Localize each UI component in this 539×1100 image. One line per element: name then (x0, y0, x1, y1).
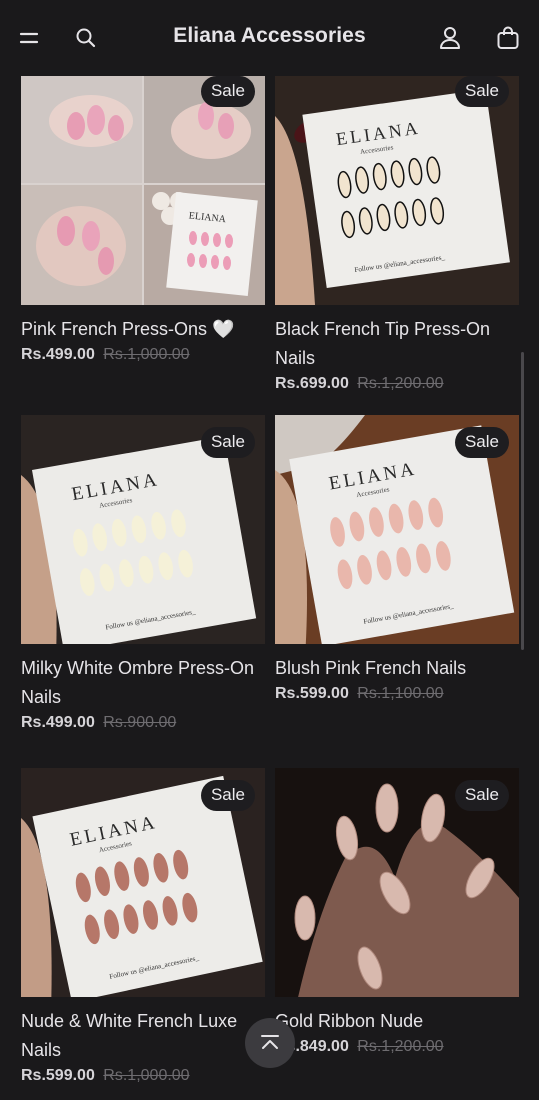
compare-price: Rs.1,100.00 (357, 685, 444, 702)
product-prices: Rs.599.00 Rs.1,000.00 (21, 1067, 265, 1085)
product-title[interactable]: Black French Tip Press-On Nails (275, 315, 519, 373)
sale-price: Rs.599.00 (275, 685, 349, 702)
sale-price: Rs.499.00 (21, 714, 95, 731)
product-card[interactable]: ELIANA Accessories Follow us @eliana_acc… (21, 768, 265, 1085)
product-prices: Rs.849.00 Rs.1,200.00 (275, 1038, 519, 1056)
product-image[interactable]: ELIANA Accessories Follow us @eliana_acc… (21, 415, 265, 644)
product-title[interactable]: Milky White Ombre Press-On Nails (21, 654, 265, 712)
compare-price: Rs.1,000.00 (103, 1067, 190, 1084)
product-title[interactable]: Nude & White French Luxe Nails (21, 1007, 265, 1065)
product-image[interactable]: Sale (275, 768, 519, 997)
product-title[interactable]: Pink French Press-Ons 🤍 (21, 315, 265, 344)
scroll-to-top-button[interactable] (245, 1018, 295, 1068)
account-icon[interactable] (434, 22, 466, 54)
chevron-up-icon (261, 1035, 279, 1049)
sale-price: Rs.599.00 (21, 1067, 95, 1084)
scrollbar[interactable] (521, 352, 524, 650)
compare-price: Rs.1,000.00 (103, 346, 190, 363)
sale-badge: Sale (454, 780, 509, 811)
product-prices: Rs.499.00 Rs.900.00 (21, 714, 265, 732)
product-card[interactable]: Sale Gold Ribbon Nude Rs.849.00 Rs.1,200… (275, 768, 519, 1056)
product-photo-collage: ELIANA (21, 76, 265, 305)
product-title[interactable]: Gold Ribbon Nude (275, 1007, 519, 1036)
sale-price: Rs.699.00 (275, 375, 349, 392)
sale-badge: Sale (200, 76, 255, 107)
sale-badge: Sale (454, 76, 509, 107)
product-title[interactable]: Blush Pink French Nails (275, 654, 519, 683)
sale-badge: Sale (454, 427, 509, 458)
product-prices: Rs.499.00 Rs.1,000.00 (21, 346, 265, 364)
product-card[interactable]: ELIANA Accessories Follow us @eliana_acc… (275, 76, 519, 393)
product-image[interactable]: ELIANA Accessories Follow us @eliana_acc… (21, 768, 265, 997)
product-photo: ELIANA Accessories Follow us @eliana_acc… (275, 76, 519, 305)
product-prices: Rs.599.00 Rs.1,100.00 (275, 685, 519, 703)
product-image[interactable]: ELIANA Sale (21, 76, 265, 305)
product-prices: Rs.699.00 Rs.1,200.00 (275, 375, 519, 393)
product-image[interactable]: ELIANA Accessories Follow us @eliana_acc… (275, 415, 519, 644)
product-image[interactable]: ELIANA Accessories Follow us @eliana_acc… (275, 76, 519, 305)
compare-price: Rs.1,200.00 (357, 375, 444, 392)
cart-icon[interactable] (492, 22, 524, 54)
product-card[interactable]: ELIANA Accessories Follow us @eliana_acc… (21, 415, 265, 732)
top-header: Eliana Accessories (0, 0, 539, 76)
sale-badge: Sale (200, 427, 255, 458)
compare-price: Rs.1,200.00 (357, 1038, 444, 1055)
product-card[interactable]: ELIANA Accessories Follow us @eliana_acc… (275, 415, 519, 703)
sale-price: Rs.499.00 (21, 346, 95, 363)
compare-price: Rs.900.00 (103, 714, 177, 731)
sale-badge: Sale (200, 780, 255, 811)
product-card[interactable]: ELIANA Sale Pink French Press-Ons 🤍 Rs.4… (21, 76, 265, 364)
